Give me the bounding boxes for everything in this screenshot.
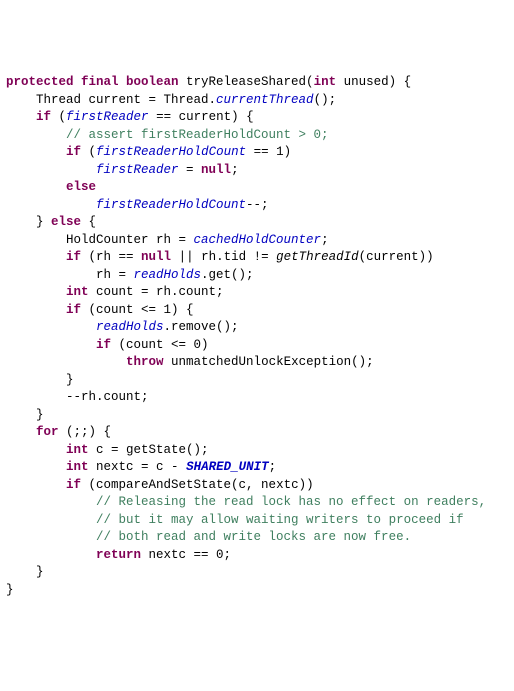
code-block: protected final boolean tryReleaseShared…: [6, 74, 508, 599]
code-line: }: [6, 372, 508, 390]
code-line: int count = rh.count;: [6, 284, 508, 302]
code-line: int c = getState();: [6, 442, 508, 460]
code-line: firstReader = null;: [6, 162, 508, 180]
code-line: }: [6, 582, 508, 600]
code-line: throw unmatchedUnlockException();: [6, 354, 508, 372]
code-line: HoldCounter rh = cachedHoldCounter;: [6, 232, 508, 250]
code-line: } else {: [6, 214, 508, 232]
code-line: protected final boolean tryReleaseShared…: [6, 74, 508, 92]
code-line: int nextc = c - SHARED_UNIT;: [6, 459, 508, 477]
code-line: Thread current = Thread.currentThread();: [6, 92, 508, 110]
code-line: readHolds.remove();: [6, 319, 508, 337]
code-line: firstReaderHoldCount--;: [6, 197, 508, 215]
code-line: // but it may allow waiting writers to p…: [6, 512, 508, 530]
code-line: for (;;) {: [6, 424, 508, 442]
code-line: --rh.count;: [6, 389, 508, 407]
code-line: return nextc == 0;: [6, 547, 508, 565]
code-line: rh = readHolds.get();: [6, 267, 508, 285]
code-line: if (firstReader == current) {: [6, 109, 508, 127]
code-line: if (compareAndSetState(c, nextc)): [6, 477, 508, 495]
code-line: }: [6, 407, 508, 425]
code-line: else: [6, 179, 508, 197]
code-line: }: [6, 564, 508, 582]
code-line: if (count <= 1) {: [6, 302, 508, 320]
code-line: // Releasing the read lock has no effect…: [6, 494, 508, 512]
code-line: if (count <= 0): [6, 337, 508, 355]
code-line: if (rh == null || rh.tid != getThreadId(…: [6, 249, 508, 267]
code-line: // both read and write locks are now fre…: [6, 529, 508, 547]
code-line: // assert firstReaderHoldCount > 0;: [6, 127, 508, 145]
code-line: if (firstReaderHoldCount == 1): [6, 144, 508, 162]
